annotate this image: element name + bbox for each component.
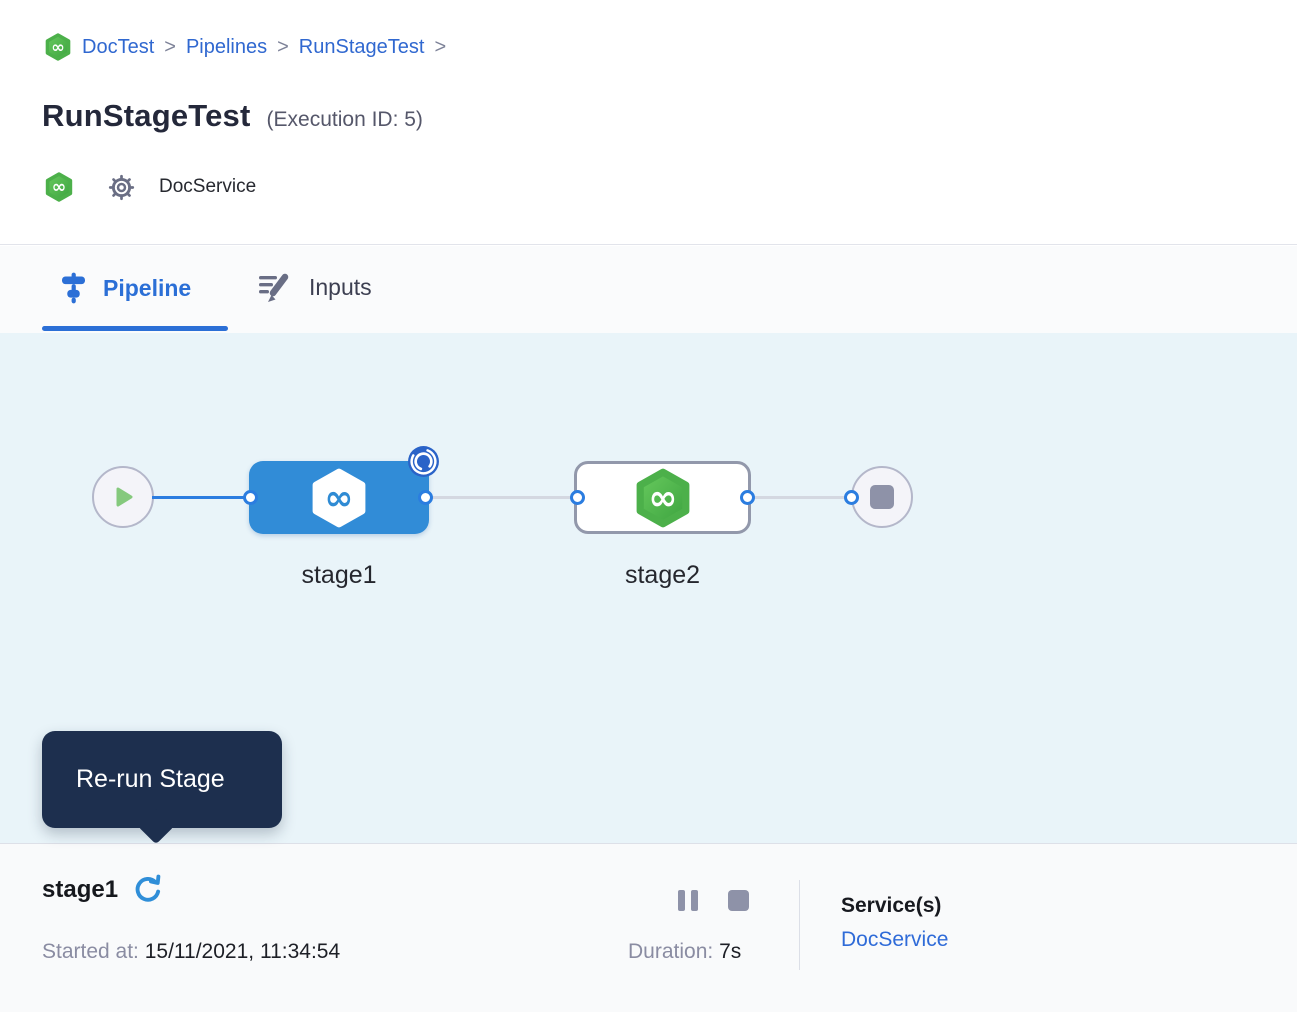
services-label: Service(s) [841,894,941,918]
tab-pipeline-label: Pipeline [103,275,191,302]
tab-inputs[interactable]: Inputs [258,272,372,303]
tab-pipeline[interactable]: Pipeline [62,272,191,304]
breadcrumb-separator: > [277,36,289,59]
edge-start-to-stage1 [152,496,252,499]
service-name-label: DocService [159,176,256,198]
abort-pipeline-button[interactable] [728,890,749,911]
view-tabbar: Pipeline Inputs [0,246,1297,333]
svg-text:∞: ∞ [51,37,65,56]
breadcrumb-separator: > [164,36,176,59]
started-at-value: 15/11/2021, 11:34:54 [145,940,340,963]
pipeline-execution-page: ∞ DocTest > Pipelines > RunStageTest > R… [0,0,1297,1012]
edge-stage2-to-end [750,496,854,499]
harness-logo-icon: ∞ [44,172,74,202]
execution-id-label: (Execution ID: 5) [267,108,423,132]
stage1-running-spinner-icon [407,445,440,478]
edge-stage1-to-stage2 [428,496,580,499]
stage1-node[interactable]: ∞ [249,461,429,534]
service-summary-row: ∞ DocSe [44,172,256,202]
pause-icon [678,890,685,911]
breadcrumb: ∞ DocTest > Pipelines > RunStageTest > [44,33,446,61]
breadcrumb-project-link[interactable]: DocTest [82,36,154,59]
footer-divider [799,880,800,970]
breadcrumb-pipelines-link[interactable]: Pipelines [186,36,267,59]
harness-logo-icon: ∞ [44,33,72,61]
svg-text:∞: ∞ [648,478,677,518]
title-row: RunStageTest (Execution ID: 5) [42,98,423,134]
harness-logo-icon: ∞ [633,468,693,528]
duration-value: 7s [719,940,741,963]
rerun-stage-tooltip: Re-run Stage [42,731,282,828]
svg-text:∞: ∞ [52,178,67,198]
pipeline-icon [62,272,85,304]
pause-pipeline-button[interactable] [678,890,698,911]
pipeline-end-node [851,466,913,528]
play-icon [111,485,135,509]
gear-icon [108,174,135,201]
stage-details-footer: stage1 Started at: 15/11/2021, 11:34:54 … [0,843,1297,1012]
stop-square-icon [870,485,894,509]
stage2-out-port [740,490,755,505]
page-header: ∞ DocTest > Pipelines > RunStageTest > R… [0,0,1297,245]
stage1-out-port [418,490,433,505]
service-link[interactable]: DocService [841,928,948,952]
tab-inputs-label: Inputs [309,274,372,301]
stage2-label: stage2 [574,561,751,590]
active-tab-underline [42,326,228,331]
rerun-stage-button[interactable] [132,874,164,906]
inputs-icon [258,272,291,303]
started-at-row: Started at: 15/11/2021, 11:34:54 [42,940,340,964]
pause-icon [691,890,698,911]
tooltip-label: Re-run Stage [76,731,225,828]
footer-stage-title: stage1 [42,876,118,904]
page-title: RunStageTest [42,98,251,134]
stage1-label: stage1 [249,561,429,590]
started-at-label: Started at: [42,940,139,963]
duration-row: Duration: 7s [628,940,741,964]
breadcrumb-pipeline-link[interactable]: RunStageTest [299,36,425,59]
refresh-icon [132,874,164,906]
end-in-port [844,490,859,505]
stage2-in-port [570,490,585,505]
stage2-node[interactable]: ∞ [574,461,751,534]
svg-text:∞: ∞ [325,478,354,518]
stage1-in-port [243,490,258,505]
harness-logo-icon: ∞ [309,468,369,528]
duration-label: Duration: [628,940,713,963]
breadcrumb-separator: > [434,36,446,59]
pipeline-start-node [92,466,154,528]
